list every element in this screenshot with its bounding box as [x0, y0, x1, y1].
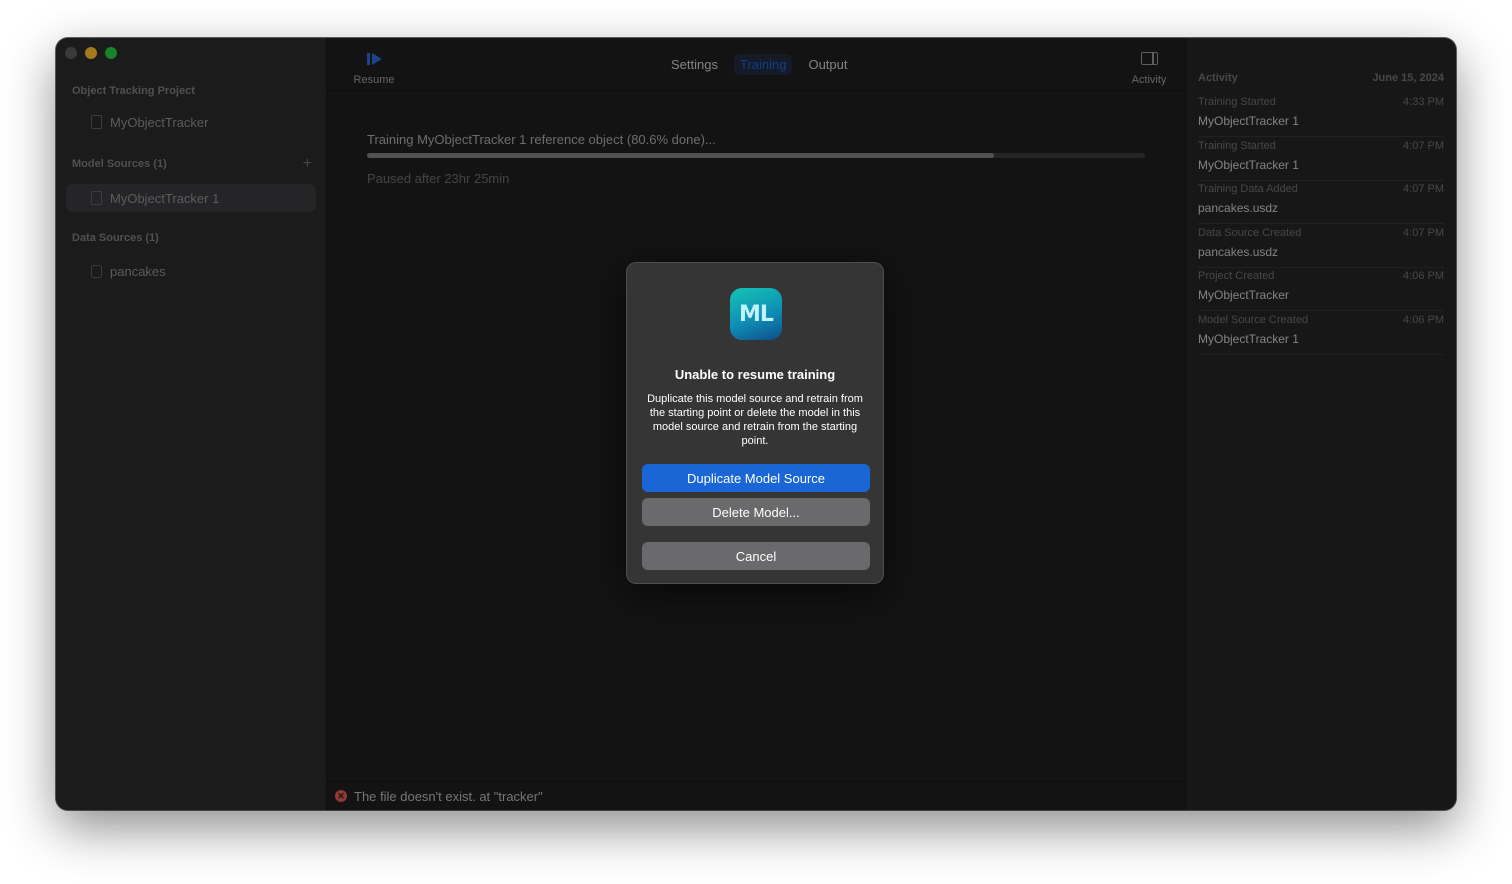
dialog-message: Duplicate this model source and retrain …	[647, 393, 863, 447]
duplicate-model-source-button[interactable]: Duplicate Model Source	[642, 464, 870, 492]
dialog-title: Unable to resume training	[674, 367, 836, 382]
cancel-button[interactable]: Cancel	[642, 542, 870, 570]
app-icon-text: ML	[739, 301, 774, 327]
alert-dialog: ML Unable to resume training Duplicate t…	[626, 262, 884, 584]
create-ml-app-icon: ML	[730, 288, 782, 340]
delete-model-button[interactable]: Delete Model...	[642, 498, 870, 526]
